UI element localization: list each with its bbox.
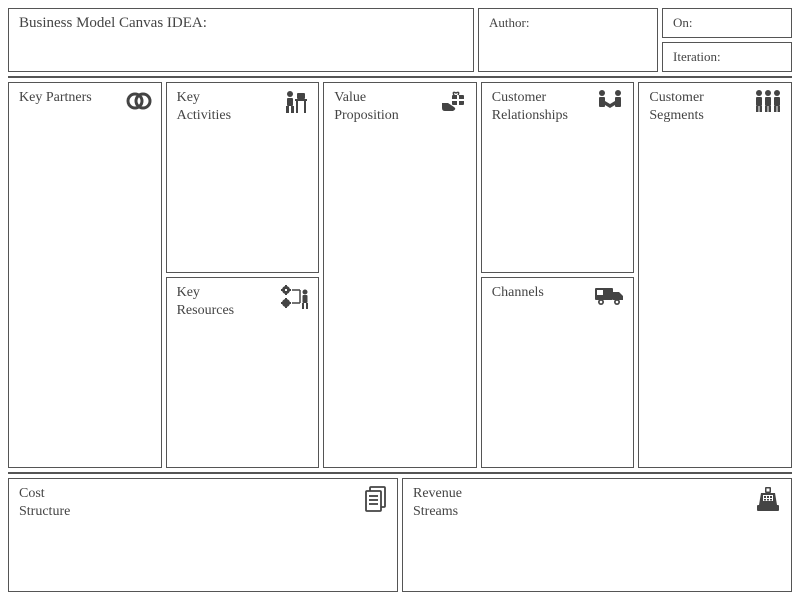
col-relationships-channels: Customer Relationships Channels <box>481 82 635 468</box>
block-cost-structure: Cost Structure <box>8 478 398 592</box>
col-value-proposition: Value Proposition <box>323 82 477 468</box>
handshake-icon <box>595 89 625 113</box>
on-label: On: <box>673 15 693 30</box>
cost-structure-label: Cost Structure <box>19 485 99 520</box>
author-box: Author: <box>478 8 658 72</box>
revenue-streams-label: Revenue Streams <box>413 485 493 520</box>
block-customer-segments: Customer Segments <box>638 82 792 468</box>
iteration-label: Iteration: <box>673 49 721 64</box>
channels-label: Channels <box>492 284 572 302</box>
col-key-partners: Key Partners <box>8 82 162 468</box>
customer-segments-label: Customer Segments <box>649 89 729 124</box>
key-activities-label: Key Activities <box>177 89 257 124</box>
block-value-proposition: Value Proposition <box>323 82 477 468</box>
cash-register-icon <box>753 485 783 513</box>
business-model-canvas: Business Model Canvas IDEA: Author: On: … <box>8 8 792 592</box>
author-label: Author: <box>489 15 529 30</box>
customer-relationships-label: Customer Relationships <box>492 89 572 124</box>
desk-worker-icon <box>282 89 310 115</box>
on-box: On: <box>662 8 792 38</box>
key-resources-label: Key Resources <box>177 284 257 319</box>
block-key-resources: Key Resources <box>166 277 320 468</box>
header-row: Business Model Canvas IDEA: Author: On: … <box>8 8 792 72</box>
footer-grid: Cost Structure Revenue Streams <box>8 472 792 592</box>
documents-icon <box>363 485 389 513</box>
canvas-title-label: Business Model Canvas IDEA: <box>19 15 207 32</box>
block-customer-relationships: Customer Relationships <box>481 82 635 273</box>
block-channels: Channels <box>481 277 635 468</box>
iteration-box: Iteration: <box>662 42 792 72</box>
col-activities-resources: Key Activities Key Resources <box>166 82 320 468</box>
org-cogs-icon <box>280 284 310 310</box>
value-proposition-label: Value Proposition <box>334 89 414 124</box>
gift-hand-icon <box>440 89 468 115</box>
canvas-title-box: Business Model Canvas IDEA: <box>8 8 474 72</box>
col-customer-segments: Customer Segments <box>638 82 792 468</box>
people-icon <box>753 89 783 113</box>
key-partners-label: Key Partners <box>19 89 99 107</box>
meta-column: On: Iteration: <box>662 8 792 72</box>
block-revenue-streams: Revenue Streams <box>402 478 792 592</box>
block-key-activities: Key Activities <box>166 82 320 273</box>
rings-icon <box>125 89 153 113</box>
main-grid: Key Partners Key Activities Key Resource… <box>8 76 792 468</box>
truck-icon <box>593 284 625 306</box>
block-key-partners: Key Partners <box>8 82 162 468</box>
